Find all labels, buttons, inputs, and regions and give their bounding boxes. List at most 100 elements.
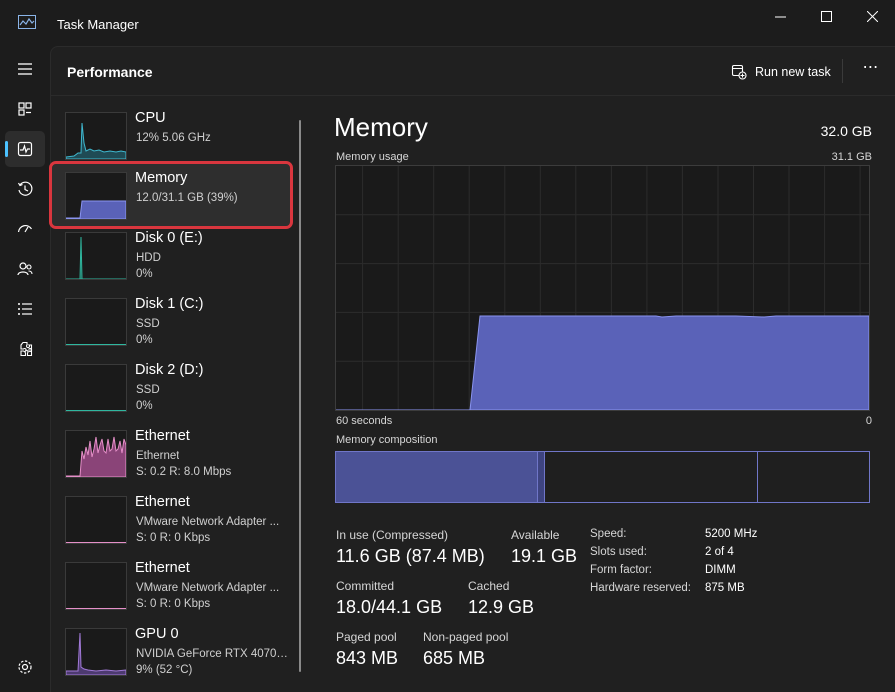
resource-list-scrollbar[interactable]: [299, 120, 301, 672]
memory-usage-area: [336, 315, 869, 410]
maximize-button[interactable]: [803, 0, 849, 32]
settings-icon: [18, 660, 32, 674]
close-button[interactable]: [849, 0, 895, 32]
slots-used-value: 2 of 4: [705, 546, 734, 558]
startup-apps-icon: [17, 224, 33, 233]
resource-detail: VMware Network Adapter ...: [136, 582, 280, 594]
committed-label: Committed: [336, 579, 395, 593]
resource-utilization: 9% (52 °C): [136, 664, 193, 676]
menu-icon: [18, 63, 32, 75]
form-factor-value: DIMM: [705, 564, 736, 576]
resource-item-cpu[interactable]: CPU 12% 5.06 GHz: [52, 104, 290, 166]
resource-name: Disk 1 (C:): [135, 296, 204, 312]
processes-icon: [18, 102, 32, 116]
resource-detail: HDD: [136, 252, 161, 264]
resource-item-ethernet-vmware-1[interactable]: Ethernet VMware Network Adapter ... S: 0…: [52, 488, 290, 550]
slots-used-label: Slots used:: [590, 546, 647, 558]
run-new-task-label: Run new task: [755, 65, 831, 79]
time-axis-end: 0: [865, 415, 872, 427]
nav-startup-apps[interactable]: [5, 211, 45, 247]
services-icon: [20, 341, 33, 357]
main-panel: Performance Run new task ⋯ CPU 12% 5.06 …: [49, 46, 895, 692]
minimize-button[interactable]: [757, 0, 803, 32]
disk-0-thumbnail: [65, 232, 127, 280]
nav-services[interactable]: [5, 331, 45, 367]
page-title: Performance: [67, 64, 153, 80]
resource-detail: SSD: [136, 384, 160, 396]
close-icon: [866, 10, 878, 22]
resource-list: CPU 12% 5.06 GHz Memory 12.0/31.1 GB (39…: [49, 96, 303, 692]
speed-label: Speed:: [590, 528, 627, 540]
resource-detail: 12% 5.06 GHz: [136, 132, 211, 144]
memory-composition-bar: [335, 451, 870, 503]
detail-title: Memory: [334, 112, 428, 142]
speed-value: 5200 MHz: [705, 528, 758, 540]
performance-icon: [17, 141, 33, 157]
resource-detail: Ethernet: [136, 450, 180, 462]
disk-1-thumbnail: [65, 298, 127, 346]
ethernet-vmware-2-thumbnail: [65, 562, 127, 610]
resource-item-ethernet[interactable]: Ethernet Ethernet S: 0.2 R: 8.0 Mbps: [52, 422, 290, 484]
resource-utilization: S: 0 R: 0 Kbps: [136, 598, 211, 610]
in-use-value: 11.6 GB (87.4 MB): [336, 546, 485, 566]
non-paged-pool-label: Non-paged pool: [423, 630, 509, 644]
resource-utilization: S: 0.2 R: 8.0 Mbps: [136, 466, 232, 478]
nav-performance[interactable]: [5, 131, 45, 167]
memory-thumbnail: [65, 172, 127, 220]
cached-value: 12.9 GB: [468, 597, 535, 617]
gpu-0-thumbnail: [65, 628, 127, 676]
resource-name: Disk 0 (E:): [135, 230, 203, 246]
resource-item-ethernet-vmware-2[interactable]: Ethernet VMware Network Adapter ... S: 0…: [52, 554, 290, 616]
nav-settings[interactable]: [5, 649, 45, 685]
resource-item-disk-0[interactable]: Disk 0 (E:) HDD 0%: [52, 224, 290, 286]
more-options-button[interactable]: ⋯: [859, 57, 883, 81]
resource-name: Memory: [135, 170, 188, 186]
maximize-icon: [820, 10, 832, 22]
paged-pool-label: Paged pool: [336, 630, 397, 644]
header-divider: [842, 59, 843, 83]
resource-item-disk-2[interactable]: Disk 2 (D:) SSD 0%: [52, 356, 290, 418]
hardware-reserved-value: 875 MB: [705, 582, 745, 594]
resource-name: Ethernet: [135, 494, 190, 510]
memory-detail-panel: Memory 32.0 GB Memory usage 31.1 GB 60 s…: [334, 96, 874, 692]
nav-app-history[interactable]: [5, 171, 45, 207]
run-new-task-button[interactable]: Run new task: [731, 59, 831, 85]
resource-item-disk-1[interactable]: Disk 1 (C:) SSD 0%: [52, 290, 290, 352]
memory-usage-graph: [335, 165, 870, 411]
navigation-rail: [0, 46, 50, 692]
app-history-icon: [17, 181, 33, 196]
nav-processes[interactable]: [5, 91, 45, 127]
details-icon: [18, 303, 32, 315]
memory-composition-label: Memory composition: [336, 434, 438, 446]
new-task-icon: [731, 64, 747, 80]
paged-pool-value: 843 MB: [336, 648, 399, 668]
composition-in-use: [336, 452, 537, 502]
form-factor-label: Form factor:: [590, 564, 652, 576]
memory-usage-label: Memory usage: [336, 151, 409, 163]
nav-details[interactable]: [5, 291, 45, 327]
memory-usage-max: 31.1 GB: [831, 151, 872, 163]
time-axis-start: 60 seconds: [336, 415, 393, 427]
resource-name: GPU 0: [135, 626, 179, 642]
available-label: Available: [511, 528, 560, 542]
menu-button[interactable]: [5, 51, 45, 87]
resource-utilization: 0%: [136, 268, 153, 280]
nav-users[interactable]: [5, 251, 45, 287]
disk-2-thumbnail: [65, 364, 127, 412]
hardware-reserved-label: Hardware reserved:: [590, 582, 691, 594]
resource-detail: SSD: [136, 318, 160, 330]
resource-utilization: S: 0 R: 0 Kbps: [136, 532, 211, 544]
cached-label: Cached: [468, 579, 510, 593]
resource-name: Ethernet: [135, 428, 190, 444]
ethernet-vmware-1-thumbnail: [65, 496, 127, 544]
resource-item-memory[interactable]: Memory 12.0/31.1 GB (39%): [49, 161, 293, 229]
task-manager-app-icon: [18, 15, 36, 29]
window-title: Task Manager: [57, 17, 139, 32]
resource-item-gpu-0[interactable]: GPU 0 NVIDIA GeForce RTX 4070 Ti 9% (52 …: [52, 620, 290, 682]
memory-usage-graph-svg: [336, 166, 869, 410]
composition-modified: [537, 452, 545, 502]
composition-divider: [757, 452, 758, 502]
ethernet-thumbnail: [65, 430, 127, 478]
title-bar: Task Manager: [0, 0, 895, 46]
resource-detail: VMware Network Adapter ...: [136, 516, 280, 528]
